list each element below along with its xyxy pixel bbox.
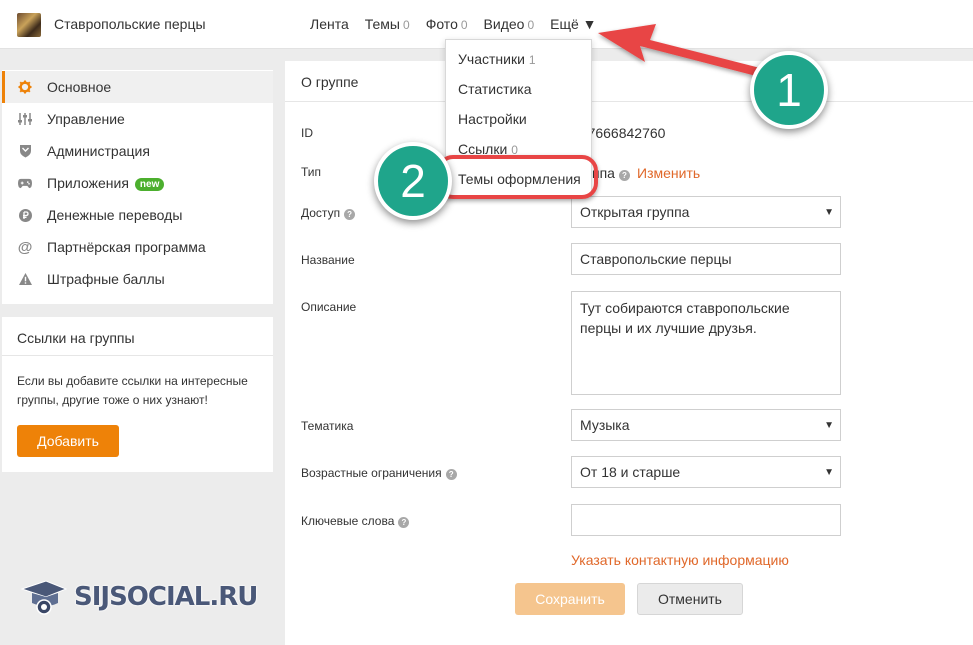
graduation-cap-icon — [20, 580, 68, 615]
callout-1: 1 — [750, 51, 828, 129]
themes-highlight-box — [437, 155, 598, 199]
callout-2: 2 — [374, 142, 452, 220]
watermark: SIJSOCIAL.RU — [20, 575, 258, 619]
